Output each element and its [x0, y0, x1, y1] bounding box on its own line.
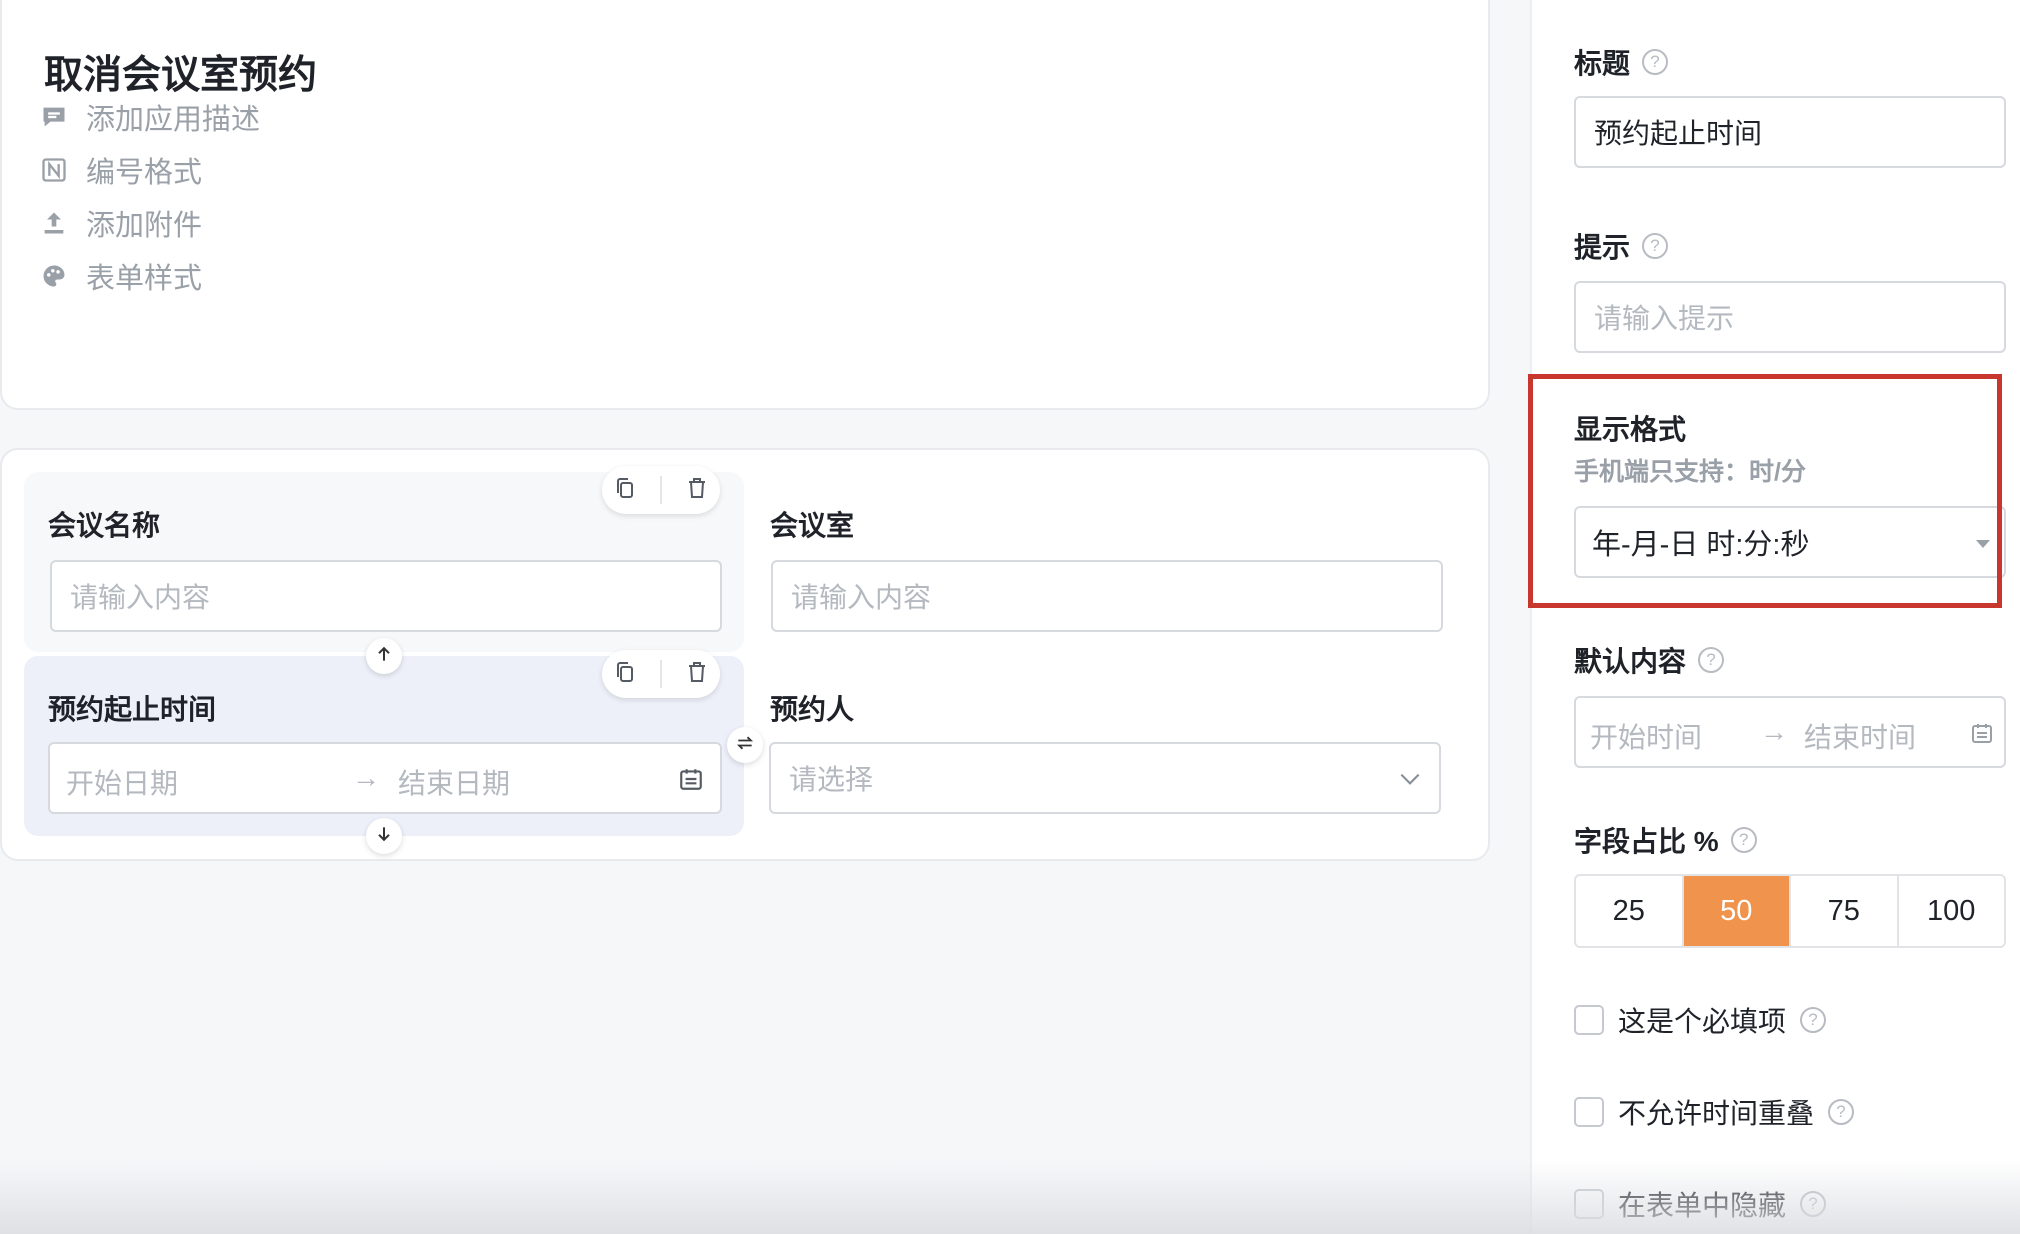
field-toolbar	[602, 650, 720, 698]
form-style-link[interactable]: 表单样式	[40, 255, 202, 297]
number-format-icon	[40, 156, 68, 184]
number-format-label: 编号格式	[86, 157, 203, 189]
field-ratio-label-text: 字段占比 %	[1574, 826, 1719, 857]
arrow-up-icon	[374, 644, 394, 669]
help-icon[interactable]: ?	[1828, 1099, 1855, 1125]
help-icon[interactable]: ?	[1730, 827, 1757, 853]
number-format-link[interactable]: 编号格式	[40, 149, 202, 191]
meeting-room-input[interactable]: 请输入内容	[771, 560, 1443, 632]
calendar-icon	[1970, 720, 1994, 752]
required-checkbox[interactable]	[1574, 1005, 1604, 1035]
default-content-label-text: 默认内容	[1574, 646, 1687, 677]
toolbar-divider	[659, 476, 662, 504]
upload-icon	[40, 209, 68, 237]
palette-icon	[40, 262, 68, 290]
move-down-button[interactable]	[366, 818, 402, 854]
title-setting-label: 标题 ?	[1574, 42, 1669, 82]
start-date-placeholder: 开始日期	[66, 768, 179, 799]
hint-label-text: 提示	[1574, 232, 1631, 263]
comment-icon	[40, 103, 68, 131]
ratio-option-25[interactable]: 25	[1576, 876, 1684, 946]
required-checkbox-row[interactable]: 这是个必填项 ?	[1574, 1000, 1827, 1040]
add-attachment-link[interactable]: 添加附件	[40, 202, 202, 244]
ratio-option-75[interactable]: 75	[1791, 876, 1899, 946]
chevron-down-icon	[1397, 766, 1423, 799]
calendar-icon	[678, 766, 704, 799]
hint-setting-label: 提示 ?	[1574, 226, 1669, 266]
default-start-placeholder: 开始时间	[1590, 722, 1703, 753]
booker-label: 预约人	[770, 694, 855, 725]
default-range-arrow: →	[1760, 716, 1788, 747]
properties-panel: 标题 ? 预约起止时间 提示 ? 请输入提示 显示格式 手机端只支持：时/分 年…	[1530, 0, 2020, 1234]
add-description-link[interactable]: 添加应用描述	[40, 96, 260, 138]
form-canvas: 取消会议室预约 添加应用描述 编号格式 添加附件 表单样式 会议名称 请输入内容…	[0, 0, 1530, 1234]
toolbar-divider	[659, 660, 662, 688]
title-label-text: 标题	[1574, 48, 1631, 79]
ratio-option-100[interactable]: 100	[1899, 876, 2005, 946]
field-toolbar	[602, 466, 720, 514]
hide-in-form-checkbox[interactable]	[1574, 1189, 1604, 1219]
title-input[interactable]: 预约起止时间	[1574, 96, 2006, 168]
hint-input[interactable]: 请输入提示	[1574, 281, 2006, 353]
arrow-down-icon	[374, 824, 394, 849]
delete-icon[interactable]	[685, 476, 709, 505]
copy-icon[interactable]	[613, 476, 637, 505]
add-description-label: 添加应用描述	[86, 104, 261, 136]
meeting-name-label: 会议名称	[48, 510, 161, 541]
booking-time-label: 预约起止时间	[48, 694, 217, 725]
field-ratio-segmented: 25 50 75 100	[1574, 874, 2006, 948]
form-style-label: 表单样式	[86, 263, 203, 295]
booking-time-range-input[interactable]: 开始日期 → 结束日期	[48, 742, 722, 814]
range-arrow: →	[352, 762, 380, 793]
booker-select[interactable]: 请选择	[769, 742, 1441, 814]
no-overlap-checkbox[interactable]	[1574, 1097, 1604, 1127]
add-attachment-label: 添加附件	[86, 210, 203, 242]
hide-in-form-checkbox-row[interactable]: 在表单中隐藏 ?	[1574, 1184, 1827, 1224]
meeting-room-label: 会议室	[770, 510, 855, 541]
copy-icon[interactable]	[613, 660, 637, 689]
help-icon[interactable]: ?	[1698, 647, 1725, 673]
end-date-placeholder: 结束日期	[398, 768, 511, 799]
help-icon[interactable]: ?	[1800, 1007, 1827, 1033]
default-end-placeholder: 结束时间	[1804, 722, 1917, 753]
meeting-name-input[interactable]: 请输入内容	[50, 560, 722, 632]
help-icon[interactable]: ?	[1800, 1191, 1827, 1217]
swap-icon	[735, 733, 755, 758]
swap-button[interactable]	[727, 727, 763, 763]
app-title[interactable]: 取消会议室预约	[44, 44, 317, 100]
required-checkbox-label: 这是个必填项	[1618, 1006, 1787, 1037]
help-icon[interactable]: ?	[1642, 49, 1669, 75]
field-ratio-label: 字段占比 % ?	[1574, 820, 1757, 860]
move-up-button[interactable]	[366, 638, 402, 674]
help-icon[interactable]: ?	[1642, 233, 1669, 259]
booker-placeholder: 请选择	[789, 764, 874, 795]
ratio-option-50[interactable]: 50	[1683, 876, 1791, 946]
hide-in-form-checkbox-label: 在表单中隐藏	[1618, 1190, 1787, 1221]
default-time-range-input[interactable]: 开始时间 → 结束时间	[1574, 696, 2006, 768]
no-overlap-checkbox-label: 不允许时间重叠	[1618, 1098, 1815, 1129]
default-content-label: 默认内容 ?	[1574, 640, 1725, 680]
app-info-card: 取消会议室预约	[0, 0, 1490, 410]
delete-icon[interactable]	[685, 660, 709, 689]
no-overlap-checkbox-row[interactable]: 不允许时间重叠 ?	[1574, 1092, 1855, 1132]
highlight-box	[1528, 374, 2002, 608]
